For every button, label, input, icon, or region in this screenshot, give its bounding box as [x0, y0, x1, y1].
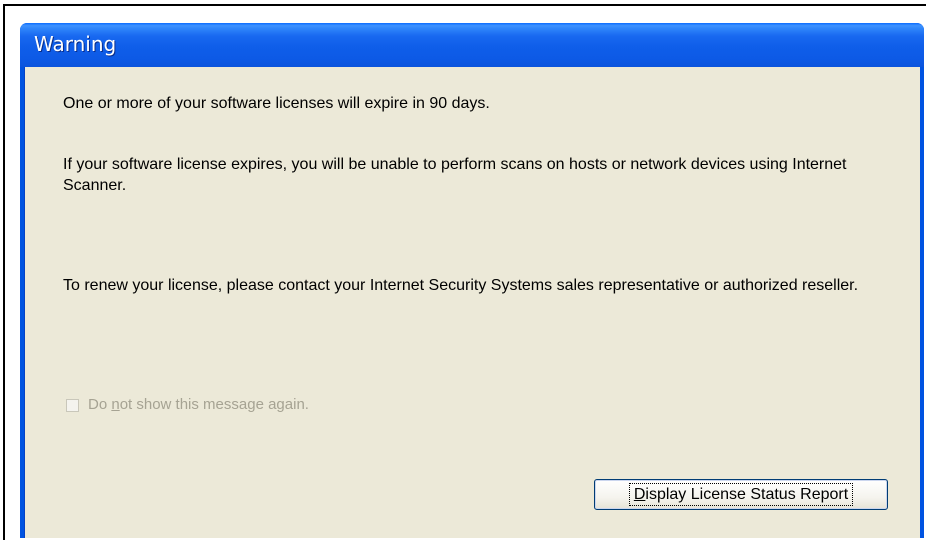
button-label-rest: isplay License Status Report: [645, 486, 849, 503]
button-label: Display License Status Report: [628, 483, 854, 506]
renew-instructions-text: To renew your license, please contact yo…: [63, 277, 859, 294]
warning-dialog: Warning One or more of your software lic…: [20, 23, 924, 538]
dialog-client-area: One or more of your software licenses wi…: [24, 67, 920, 538]
frame-border-left: [3, 4, 5, 540]
title-bar[interactable]: Warning: [20, 23, 924, 67]
dont-show-again-label: Do not show this message again.: [88, 395, 309, 415]
dont-show-again-row[interactable]: Do not show this message again.: [66, 395, 309, 415]
frame-border-top: [3, 4, 926, 6]
window-title: Warning: [34, 32, 117, 56]
expire-notice-text: One or more of your software licenses wi…: [63, 95, 490, 112]
display-license-status-report-button[interactable]: Display License Status Report: [594, 479, 888, 510]
screenshot-page: Warning One or more of your software lic…: [0, 0, 926, 540]
label-prefix: Do: [88, 396, 112, 413]
button-mnemonic: D: [633, 486, 646, 503]
label-mnemonic: n: [111, 396, 120, 413]
label-suffix: ot show this message again.: [119, 396, 309, 413]
consequence-text: If your software license expires, you wi…: [63, 156, 847, 194]
dont-show-again-checkbox[interactable]: [66, 398, 79, 412]
